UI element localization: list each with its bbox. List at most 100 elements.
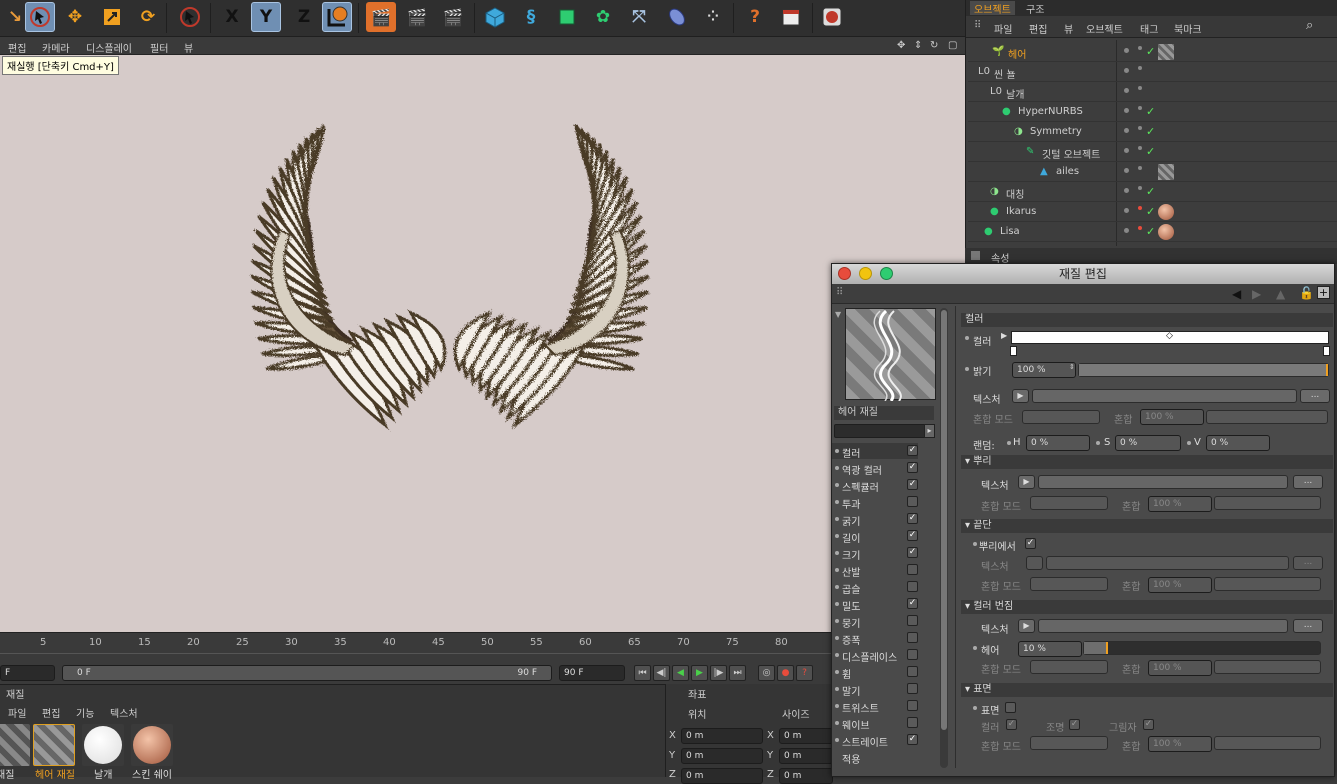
blend-field[interactable]: 100 % bbox=[1140, 409, 1204, 425]
channel-checkbox[interactable] bbox=[907, 683, 918, 694]
enabled-check-icon[interactable]: ✓ bbox=[1146, 105, 1155, 118]
tip-texture-slot[interactable] bbox=[1046, 556, 1289, 570]
render-visibility-dot[interactable] bbox=[1138, 226, 1142, 230]
add-particle-button[interactable]: ⁘ bbox=[698, 2, 728, 32]
gradient-right-knot[interactable] bbox=[1323, 346, 1330, 356]
material-search-field[interactable] bbox=[834, 424, 926, 438]
surface-lighting-checkbox[interactable]: ✓ bbox=[1069, 719, 1080, 730]
x-axis-lock-button[interactable]: X bbox=[217, 2, 247, 32]
channel-checkbox[interactable]: ✓ bbox=[907, 445, 918, 456]
material-tag-icon[interactable] bbox=[1158, 164, 1174, 180]
channel-checkbox[interactable]: ✓ bbox=[907, 734, 918, 745]
object-row[interactable]: ◑ Symmetry ✓ bbox=[968, 122, 1337, 142]
material-menu-edit[interactable]: 편집 bbox=[42, 705, 60, 720]
random-v-field[interactable]: 0 % bbox=[1206, 435, 1270, 451]
tip-texture-browse-button[interactable]: ... bbox=[1293, 556, 1323, 570]
auto-key-button[interactable]: ● bbox=[777, 665, 794, 681]
material-name-field[interactable]: 헤어 재질 bbox=[834, 406, 934, 420]
object-name[interactable]: 날개 bbox=[1006, 86, 1024, 101]
channel-row[interactable]: 뭉기 bbox=[832, 613, 918, 630]
texture-slot[interactable] bbox=[1032, 389, 1297, 403]
material-swatch-skin[interactable] bbox=[131, 724, 173, 766]
render-visibility-dot[interactable] bbox=[1138, 66, 1142, 70]
viewport-menu-display[interactable]: 디스플레이 bbox=[86, 40, 132, 55]
search-icon[interactable]: ⌕ bbox=[1306, 18, 1313, 33]
channel-checkbox[interactable] bbox=[907, 632, 918, 643]
material-swatch-default[interactable] bbox=[0, 724, 30, 766]
object-name[interactable]: 씬 뇰 bbox=[994, 66, 1016, 81]
object-row[interactable]: ● HyperNURBS ✓ bbox=[968, 102, 1337, 122]
material-tag-icon[interactable] bbox=[1158, 44, 1174, 60]
texture-browse-button[interactable]: ... bbox=[1300, 389, 1330, 403]
channel-checkbox[interactable] bbox=[907, 615, 918, 626]
stepper-icon[interactable]: ⇕ bbox=[1069, 363, 1075, 371]
object-row[interactable]: L0 날개 bbox=[968, 82, 1337, 102]
render-visibility-dot[interactable] bbox=[1138, 146, 1142, 150]
channel-checkbox[interactable]: ✓ bbox=[907, 513, 918, 524]
channel-row[interactable]: 말기 bbox=[832, 681, 918, 698]
root-blend-field[interactable]: 100 % bbox=[1148, 496, 1212, 512]
channel-checkbox[interactable]: ✓ bbox=[907, 462, 918, 473]
pos-z-field[interactable]: 0 m bbox=[681, 768, 763, 784]
channel-checkbox[interactable] bbox=[907, 564, 918, 575]
viewport-maximize-icon[interactable]: ▢ bbox=[948, 40, 957, 51]
gradient-expand-icon[interactable]: ▶ bbox=[1001, 331, 1007, 340]
add-spline-button[interactable]: § bbox=[516, 2, 546, 32]
object-name[interactable]: 헤어 bbox=[1008, 46, 1026, 61]
material-swatch-hair[interactable] bbox=[33, 724, 75, 766]
render-visibility-dot[interactable] bbox=[1138, 206, 1142, 210]
material-menu-function[interactable]: 기능 bbox=[76, 705, 94, 720]
channel-checkbox[interactable] bbox=[907, 666, 918, 677]
material-editor-title[interactable]: 재질 편집 bbox=[832, 264, 1334, 284]
surface-blend-field[interactable]: 100 % bbox=[1148, 736, 1212, 752]
editor-visibility-dot[interactable] bbox=[1124, 108, 1129, 113]
channel-row[interactable]: 디스플레이스 bbox=[832, 647, 918, 664]
root-blend-slider[interactable] bbox=[1214, 496, 1321, 510]
pos-x-field[interactable]: 0 m bbox=[681, 728, 763, 744]
surface-color-checkbox[interactable]: ✓ bbox=[1006, 719, 1017, 730]
lock-icon[interactable]: 🔓 bbox=[1299, 286, 1314, 300]
gradient-left-knot[interactable] bbox=[1010, 346, 1017, 356]
prev-key-button[interactable]: ◀| bbox=[653, 665, 670, 681]
size-x-field[interactable]: 0 m bbox=[779, 728, 833, 744]
brightness-slider[interactable] bbox=[1078, 363, 1329, 377]
obj-menu-object[interactable]: 오브젝트 bbox=[1086, 21, 1123, 36]
editor-visibility-dot[interactable] bbox=[1124, 188, 1129, 193]
add-nurbs-button[interactable] bbox=[552, 2, 582, 32]
tip-blend-field[interactable]: 100 % bbox=[1148, 577, 1212, 593]
root-texture-menu-button[interactable]: ▶ bbox=[1018, 475, 1035, 489]
surface-checkbox[interactable] bbox=[1005, 702, 1016, 713]
random-s-field[interactable]: 0 % bbox=[1115, 435, 1181, 451]
close-window-button[interactable] bbox=[838, 267, 851, 280]
channel-checkbox[interactable] bbox=[907, 581, 918, 592]
channel-row[interactable]: 산발 bbox=[832, 562, 918, 579]
add-scene-button[interactable] bbox=[662, 2, 692, 32]
surface-blend-mode-dropdown[interactable] bbox=[1030, 736, 1108, 750]
obj-menu-edit[interactable]: 편집 bbox=[1029, 21, 1047, 36]
object-row[interactable]: ▲ ailes bbox=[968, 162, 1337, 182]
section-surface-header[interactable]: ▾ 표면 bbox=[961, 683, 1333, 697]
play-backward-button[interactable]: ◀ bbox=[672, 665, 689, 681]
enabled-check-icon[interactable]: ✓ bbox=[1146, 145, 1155, 158]
tab-objects[interactable]: 오브젝트 bbox=[970, 1, 1015, 16]
object-name[interactable]: Lisa bbox=[1000, 226, 1020, 237]
render-view-button[interactable]: 🎬 bbox=[366, 2, 396, 32]
bleed-blend-field[interactable]: 100 % bbox=[1148, 660, 1212, 676]
hair-slider[interactable] bbox=[1083, 641, 1321, 655]
tab-structure[interactable]: 구조 bbox=[1022, 1, 1048, 16]
skin-material-tag-icon[interactable] bbox=[1158, 224, 1174, 240]
material-preview[interactable] bbox=[845, 308, 936, 402]
skin-material-tag-icon[interactable] bbox=[1158, 204, 1174, 220]
channel-checkbox[interactable]: ✓ bbox=[907, 530, 918, 541]
material-menu-texture[interactable]: 텍스처 bbox=[110, 705, 138, 720]
z-axis-lock-button[interactable]: Z bbox=[289, 2, 319, 32]
channel-row[interactable]: 길이 bbox=[832, 528, 918, 545]
object-name[interactable]: Ikarus bbox=[1006, 206, 1036, 217]
object-row[interactable]: ● Lisa ✓ bbox=[968, 222, 1337, 242]
editor-visibility-dot[interactable] bbox=[1124, 48, 1129, 53]
render-visibility-dot[interactable] bbox=[1138, 186, 1142, 190]
editor-visibility-dot[interactable] bbox=[1124, 88, 1129, 93]
color-gradient-bar[interactable]: ◇ bbox=[1011, 331, 1329, 344]
random-h-field[interactable]: 0 % bbox=[1026, 435, 1090, 451]
channel-row[interactable]: 투과 bbox=[832, 494, 918, 511]
